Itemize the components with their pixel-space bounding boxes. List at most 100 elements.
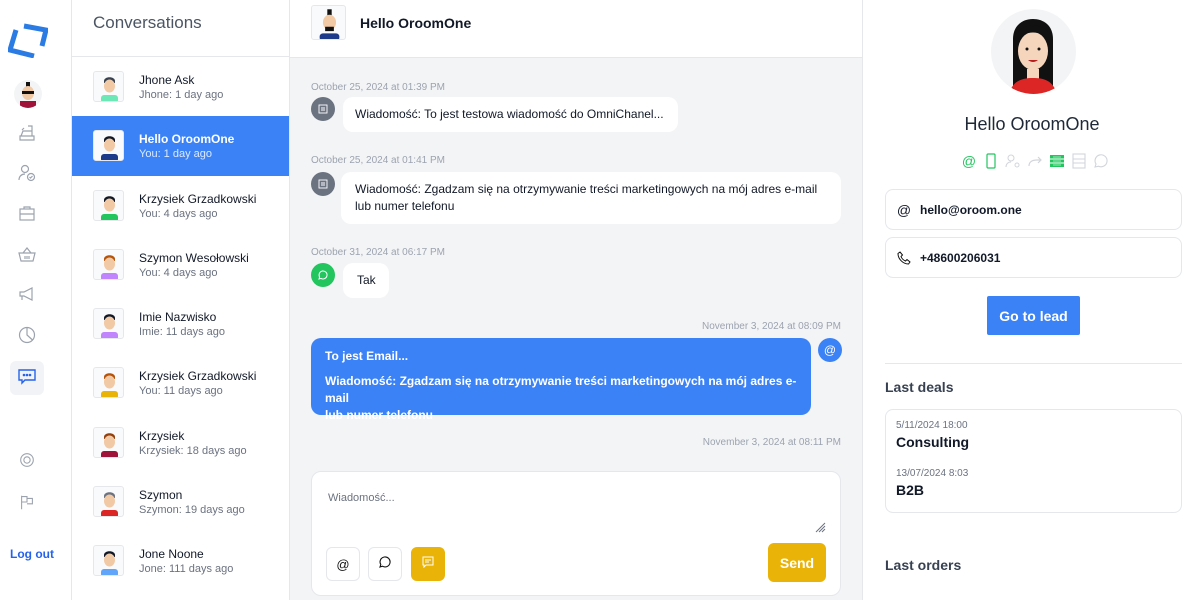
message-icon bbox=[421, 555, 435, 574]
user-avatar[interactable] bbox=[14, 80, 42, 108]
conversation-name: Krzysiek bbox=[139, 428, 185, 443]
chat-header: Hello OroomOne bbox=[290, 0, 862, 58]
conversation-item[interactable]: Krzysiek Grzadkowski You: 11 days ago bbox=[72, 353, 289, 412]
chat-contact-avatar bbox=[311, 5, 346, 40]
divider bbox=[885, 363, 1182, 364]
nav-item-reports[interactable] bbox=[10, 320, 44, 354]
deal-name: B2B bbox=[896, 482, 925, 498]
phone-icon[interactable] bbox=[983, 153, 999, 169]
whatsapp-icon[interactable] bbox=[1093, 153, 1109, 169]
contact-phone: +48600206031 bbox=[920, 250, 1001, 265]
briefcase-icon bbox=[17, 203, 37, 228]
message-timestamp: October 31, 2024 at 06:17 PM bbox=[311, 247, 445, 258]
message-text: Wiadomość: To jest testowa wiadomość do … bbox=[355, 107, 664, 121]
chat-contact-name: Hello OroomOne bbox=[360, 15, 472, 31]
contact-avatar bbox=[991, 9, 1076, 94]
conversation-item[interactable]: Krzysiek Grzadkowski You: 4 days ago bbox=[72, 176, 289, 235]
conversation-item[interactable]: Hello OroomOne You: 1 day ago bbox=[72, 116, 289, 176]
conversation-item[interactable]: Szymon Wesołowski You: 4 days ago bbox=[72, 235, 289, 294]
nav-item-contacts[interactable] bbox=[10, 158, 44, 192]
sms-channel-icon bbox=[311, 97, 335, 121]
basket-icon bbox=[17, 244, 37, 269]
logout-link[interactable]: Log out bbox=[10, 547, 54, 561]
conversation-last-activity: Krzysiek: 18 days ago bbox=[139, 444, 247, 457]
list-outline-icon[interactable] bbox=[1071, 153, 1087, 169]
conversation-item[interactable]: Jone Noone Jone: 111 days ago bbox=[72, 531, 289, 590]
message-text: lub numer telefonu bbox=[355, 199, 455, 213]
conversation-name: Jhone Ask bbox=[139, 73, 195, 87]
conversation-item[interactable]: Krzysiek Krzysiek: 18 days ago bbox=[72, 413, 289, 472]
cash-register-icon bbox=[17, 123, 37, 148]
last-orders-title: Last orders bbox=[885, 557, 962, 573]
conversation-name: Szymon bbox=[139, 488, 183, 503]
user-settings-icon[interactable] bbox=[1005, 153, 1021, 169]
conversation-avatar bbox=[93, 545, 124, 577]
message-text: Wiadomość: Zgadzam się na otrzymywanie t… bbox=[325, 374, 797, 405]
at-icon: @ bbox=[336, 556, 350, 572]
chat-panel: Hello OroomOne October 25, 2024 at 01:39… bbox=[290, 0, 862, 600]
message-bubble: Wiadomość: Zgadzam się na otrzymywanie t… bbox=[341, 172, 841, 224]
deal-item[interactable]: 5/11/2024 18:00 Consulting bbox=[896, 420, 969, 450]
forward-icon[interactable] bbox=[1027, 153, 1043, 169]
nav-item-orders[interactable] bbox=[10, 239, 44, 273]
email-subject: To jest Email... bbox=[325, 349, 409, 363]
nav-item-flag[interactable] bbox=[10, 487, 44, 521]
nav-item-conversations[interactable] bbox=[10, 361, 44, 395]
conversation-item[interactable]: Szymon Szymon: 19 days ago bbox=[72, 472, 289, 531]
at-icon[interactable]: @ bbox=[961, 153, 977, 169]
conversation-name: Imie Nazwisko bbox=[139, 310, 217, 325]
send-button[interactable]: Send bbox=[768, 543, 826, 582]
contact-phone-field[interactable]: +48600206031 bbox=[885, 237, 1182, 278]
outgoing-message-bubble: To jest Email... Wiadomość: Zgadzam się … bbox=[311, 338, 811, 422]
contact-email-field[interactable]: @ hello@oroom.one bbox=[885, 189, 1182, 230]
conversation-name: Krzysiek Grzadkowski bbox=[139, 191, 257, 206]
conversation-avatar bbox=[93, 248, 124, 280]
conversation-list: Jhone Ask Jhone: 1 day ago Hello OroomOne Y… bbox=[72, 57, 289, 591]
conversation-name: Hello OroomOne bbox=[139, 132, 235, 147]
conversation-last-activity: Imie: 11 days ago bbox=[139, 326, 226, 339]
message-bubble: Tak bbox=[343, 263, 389, 298]
conversation-avatar bbox=[93, 426, 124, 458]
message-input[interactable] bbox=[328, 492, 828, 536]
email-channel-button[interactable]: @ bbox=[326, 547, 360, 581]
message-text: Tak bbox=[357, 273, 376, 287]
nav-item-deals[interactable] bbox=[10, 198, 44, 232]
last-deals-list: 5/11/2024 18:00 Consulting 13/07/2024 8:… bbox=[885, 409, 1182, 513]
app-logo[interactable] bbox=[6, 22, 50, 59]
sms-channel-button[interactable] bbox=[411, 547, 445, 581]
nav-rail: Log out bbox=[0, 0, 72, 600]
list-icon[interactable] bbox=[1049, 153, 1065, 169]
megaphone-icon bbox=[17, 284, 37, 309]
conversation-name: Szymon Wesołowski bbox=[139, 250, 249, 265]
nav-item-marketing[interactable] bbox=[10, 279, 44, 313]
deal-item[interactable]: 13/07/2024 8:03 B2B bbox=[896, 468, 968, 498]
conversation-last-activity: You: 4 days ago bbox=[139, 207, 218, 220]
resize-handle-icon[interactable] bbox=[814, 521, 826, 533]
conversations-title: Conversations bbox=[72, 0, 289, 57]
chat-icon bbox=[17, 366, 37, 391]
go-to-lead-button[interactable]: Go to lead bbox=[987, 296, 1080, 335]
pie-chart-icon bbox=[17, 325, 37, 350]
conversation-last-activity: You: 4 days ago bbox=[139, 266, 218, 279]
nav-item-sales[interactable] bbox=[10, 118, 44, 152]
whatsapp-channel-button[interactable] bbox=[368, 547, 402, 581]
message-timestamp: November 3, 2024 at 08:09 PM bbox=[702, 321, 841, 332]
conversation-last-activity: Jone: 111 days ago bbox=[139, 563, 234, 576]
conversation-name: Jone Noone bbox=[139, 547, 204, 562]
contact-profile-panel: Hello OroomOne @ @ hello@oroom.one +4860… bbox=[862, 0, 1200, 600]
conversation-item[interactable]: Imie Nazwisko Imie: 11 days ago bbox=[72, 294, 289, 353]
user-check-icon bbox=[17, 163, 37, 188]
conversation-avatar bbox=[93, 367, 124, 399]
deal-date: 13/07/2024 8:03 bbox=[896, 468, 969, 479]
conversation-last-activity: Szymon: 19 days ago bbox=[139, 504, 245, 517]
message-timestamp: October 25, 2024 at 01:41 PM bbox=[311, 155, 445, 166]
conversations-panel: Conversations Jhone Ask Jhone: 1 day ago H… bbox=[72, 0, 290, 600]
email-channel-icon: @ bbox=[818, 338, 842, 362]
message-text: Wiadomość: Zgadzam się na otrzymywanie t… bbox=[355, 182, 818, 196]
nav-item-support[interactable] bbox=[10, 445, 44, 479]
conversation-avatar bbox=[93, 486, 124, 518]
conversation-item[interactable]: Jhone Ask Jhone: 1 day ago bbox=[72, 57, 289, 116]
lifebuoy-icon bbox=[18, 451, 36, 474]
conversation-last-activity: Jhone: 1 day ago bbox=[139, 89, 224, 101]
conversation-avatar bbox=[93, 71, 124, 102]
